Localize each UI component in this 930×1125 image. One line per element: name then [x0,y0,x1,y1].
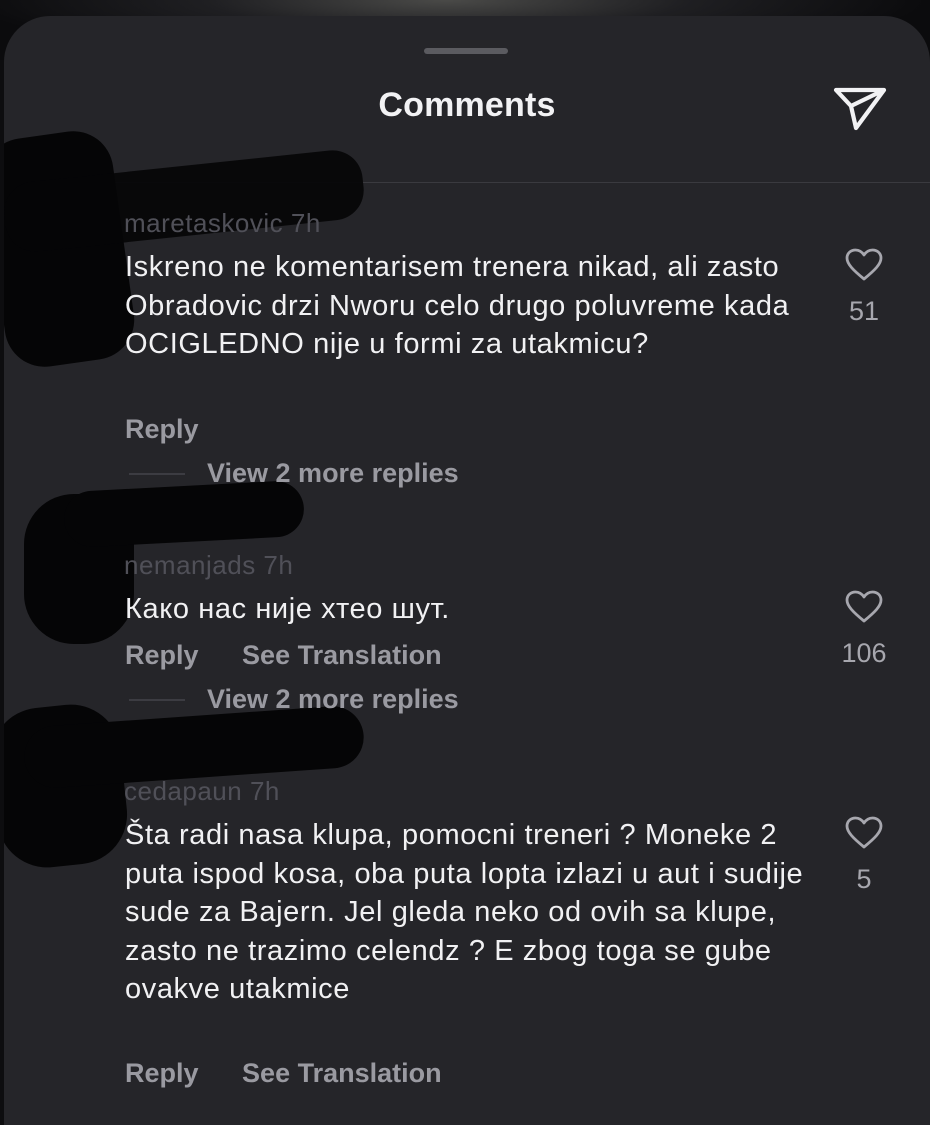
reply-button[interactable]: Reply [125,640,199,670]
like-count: 5 [856,864,872,894]
like-count: 106 [841,638,887,668]
like-count: 51 [848,296,880,326]
comment-text: Iskreno ne komentarisem trenera nikad, a… [125,251,790,360]
reply-button[interactable]: Reply [125,1058,199,1088]
paper-plane-icon[interactable] [832,82,888,134]
comment-actions: Reply [125,414,235,445]
comment-username[interactable]: maretaskovic 7h [124,208,321,239]
view-more-label[interactable]: View 2 more replies [207,684,459,715]
heart-icon[interactable] [845,248,883,282]
like-control[interactable]: 5 [834,816,894,895]
comment-actions: Reply See Translation [125,640,478,671]
comment-actions: Reply See Translation [125,1058,478,1089]
see-translation-button[interactable]: See Translation [242,1058,442,1088]
thread-line [129,472,185,475]
sheet-title: Comments [378,86,556,124]
view-more-replies[interactable]: View 2 more replies [129,458,459,489]
like-control[interactable]: 106 [822,590,906,669]
view-more-replies[interactable]: View 2 more replies [129,684,459,715]
thread-line [129,698,185,701]
redaction-scribble [62,479,306,549]
heart-icon[interactable] [845,590,883,624]
comment-username[interactable]: nemanjads 7h [124,550,293,581]
comments-sheet: Comments maretaskovic 7h Iskreno ne kome… [4,16,930,1125]
comment-text: Како нас није хтео шут. [125,593,450,625]
view-more-label[interactable]: View 2 more replies [207,458,459,489]
comment-text: Šta radi nasa klupa, pomocni treneri ? M… [125,819,804,1005]
like-control[interactable]: 51 [834,248,894,327]
sheet-grabber[interactable] [424,48,508,54]
heart-icon[interactable] [845,816,883,850]
comment-username[interactable]: cedapaun 7h [124,776,280,807]
see-translation-button[interactable]: See Translation [242,640,442,670]
reply-button[interactable]: Reply [125,414,199,444]
